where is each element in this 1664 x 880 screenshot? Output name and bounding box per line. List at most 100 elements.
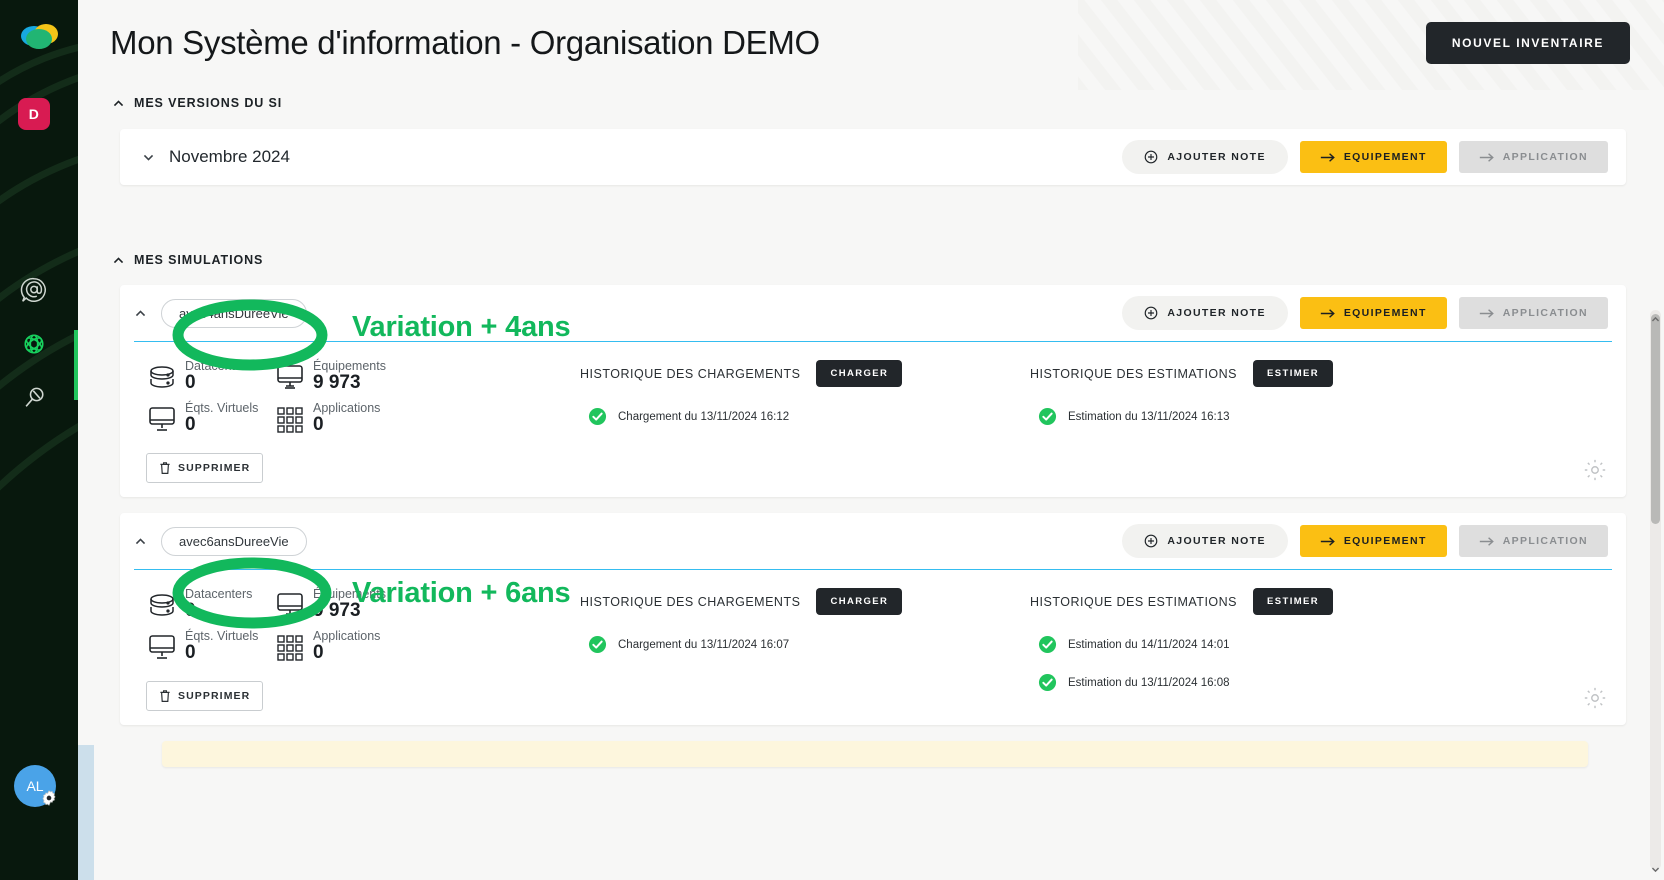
monitor-icon: [277, 593, 303, 617]
log-text: Estimation du 13/11/2024 16:13: [1068, 410, 1230, 423]
simulation-card-header: avec4ansDureeVie AJOUTER NOTE EQUIPEMENT…: [120, 285, 1626, 341]
section-versions-header[interactable]: MES VERSIONS DU SI: [78, 96, 1664, 110]
plus-circle-icon: [1145, 534, 1158, 548]
mention-icon[interactable]: [17, 273, 51, 307]
list-item: Chargement du 13/11/2024 16:12: [580, 407, 1030, 426]
simulation-name-chip[interactable]: avec6ansDureeVie: [161, 526, 307, 556]
application-label: APPLICATION: [1502, 307, 1588, 319]
stat-virtual-equipments: Éqts. Virtuels 0: [146, 630, 274, 663]
chevron-up-icon: [113, 99, 124, 106]
application-label: APPLICATION: [1502, 535, 1588, 548]
list-item: Estimation du 13/11/2024 16:13: [1030, 407, 1333, 426]
loads-history-title: HISTORIQUE DES CHARGEMENTS: [580, 366, 801, 381]
estimate-button[interactable]: ESTIMER: [1253, 360, 1334, 387]
stat-text: Équipements 9 973: [313, 359, 386, 393]
version-application-button[interactable]: APPLICATION: [1458, 141, 1608, 173]
log-text: Estimation du 13/11/2024 16:08: [1068, 676, 1230, 689]
equipment-button[interactable]: EQUIPEMENT: [1299, 297, 1447, 329]
stat-value: 0: [185, 642, 196, 664]
trash-icon: [160, 462, 170, 475]
plus-circle-icon: [1145, 150, 1158, 164]
new-inventory-button[interactable]: NOUVEL INVENTAIRE: [1425, 22, 1630, 64]
equipment-button[interactable]: EQUIPEMENT: [1299, 525, 1447, 558]
virtual-monitor-icon: [149, 635, 175, 660]
success-check-icon: [588, 407, 607, 426]
arrow-right-icon: [1479, 152, 1494, 162]
loads-log-list: Chargement du 13/11/2024 16:12: [580, 407, 1030, 426]
add-note-label: AJOUTER NOTE: [1167, 307, 1266, 319]
microphone-icon[interactable]: [17, 381, 51, 415]
left-gutter-strip: [78, 745, 94, 880]
simulation-name-chip[interactable]: avec4ansDureeVie: [161, 298, 307, 328]
arrow-right-icon: [1479, 536, 1494, 546]
add-note-button[interactable]: AJOUTER NOTE: [1122, 296, 1288, 330]
success-check-icon: [588, 636, 607, 654]
add-note-label: AJOUTER NOTE: [1167, 535, 1266, 548]
arrow-right-icon: [1479, 308, 1494, 318]
chevron-up-icon[interactable]: [134, 307, 147, 320]
success-check-icon: [1038, 407, 1057, 426]
applications-grid-icon: [277, 635, 303, 661]
equipment-label: EQUIPEMENT: [1343, 307, 1427, 319]
delete-button[interactable]: SUPPRIMER: [146, 681, 264, 712]
sidebar-decoration: [0, 43, 78, 491]
section-simulations-header[interactable]: MES SIMULATIONS: [78, 253, 1664, 267]
app-logo[interactable]: [15, 20, 63, 56]
simulation-list: avec4ansDureeVie AJOUTER NOTE EQUIPEMENT…: [120, 285, 1626, 768]
stat-text: Applications 0: [313, 630, 380, 663]
log-text: Chargement du 13/11/2024 16:07: [618, 638, 790, 651]
sidebar: D AL: [0, 0, 78, 880]
estimate-button[interactable]: ESTIMER: [1253, 588, 1334, 616]
load-button[interactable]: CHARGER: [816, 360, 903, 387]
stat-datacenters: Datacenters 0: [146, 359, 274, 393]
loads-log-list: Chargement du 13/11/2024 16:07: [580, 635, 1030, 654]
stat-applications: Applications 0: [274, 630, 414, 663]
org-badge[interactable]: D: [18, 98, 50, 130]
application-button[interactable]: APPLICATION: [1458, 297, 1608, 329]
scroll-up-arrow-icon[interactable]: [1651, 315, 1660, 324]
stat-label: Éqts. Virtuels: [185, 629, 259, 644]
vertical-scrollbar[interactable]: [1650, 310, 1661, 870]
section-simulations-label: MES SIMULATIONS: [134, 253, 264, 267]
gear-icon[interactable]: [40, 789, 58, 807]
log-text: Estimation du 14/11/2024 14:01: [1068, 638, 1230, 651]
stat-text: Applications 0: [313, 401, 380, 435]
scroll-down-arrow-icon[interactable]: [1651, 865, 1660, 874]
estimations-log-list: Estimation du 13/11/2024 16:13: [1030, 407, 1333, 426]
loads-history-title: HISTORIQUE DES CHARGEMENTS: [580, 594, 801, 609]
loads-history-header: HISTORIQUE DES CHARGEMENTS CHARGER: [580, 588, 1030, 616]
chevron-up-icon[interactable]: [134, 535, 147, 548]
simulation-card: avec4ansDureeVie AJOUTER NOTE EQUIPEMENT…: [120, 285, 1626, 498]
version-label: Novembre 2024: [169, 147, 290, 166]
main-content: Mon Système d'information - Organisation…: [78, 0, 1664, 880]
delete-label: SUPPRIMER: [178, 462, 251, 475]
stat-label: Éqts. Virtuels: [185, 401, 259, 416]
stat-text: Éqts. Virtuels 0: [185, 630, 258, 663]
estimations-history-column: HISTORIQUE DES ESTIMATIONS ESTIMER Estim…: [1030, 360, 1334, 483]
version-equipment-button[interactable]: EQUIPEMENT: [1299, 141, 1447, 173]
equipment-label: EQUIPEMENT: [1343, 535, 1427, 548]
list-item: Estimation du 13/11/2024 16:08: [1030, 673, 1333, 692]
load-button[interactable]: CHARGER: [816, 588, 903, 616]
card-settings-gear-icon[interactable]: [1582, 685, 1608, 711]
version-equipment-label: EQUIPEMENT: [1343, 151, 1427, 163]
stat-applications: Applications 0: [274, 401, 414, 435]
version-add-note-button[interactable]: AJOUTER NOTE: [1122, 140, 1288, 174]
simulation-card-header: avec6ansDureeVie AJOUTER NOTE EQUIPEMENT…: [120, 513, 1626, 569]
page-header: Mon Système d'information - Organisation…: [78, 0, 1664, 86]
delete-button[interactable]: SUPPRIMER: [146, 453, 264, 484]
plus-circle-icon: [1145, 306, 1158, 320]
trash-icon: [160, 690, 170, 703]
app-root: D AL Mon Système d'information - Organis…: [0, 0, 1664, 880]
application-button[interactable]: APPLICATION: [1458, 525, 1608, 558]
stats-grid: Datacenters 0 Équipements 9 973 Éqts. Vi…: [146, 587, 580, 663]
add-note-button[interactable]: AJOUTER NOTE: [1122, 524, 1288, 559]
stat-datacenters: Datacenters 0: [146, 587, 274, 621]
card-settings-gear-icon[interactable]: [1582, 457, 1608, 483]
estimations-history-header: HISTORIQUE DES ESTIMATIONS ESTIMER: [1030, 360, 1334, 387]
globe-icon[interactable]: [17, 327, 51, 361]
chevron-down-icon[interactable]: [142, 151, 155, 164]
scrollbar-thumb[interactable]: [1651, 314, 1660, 524]
estimations-log-list: Estimation du 14/11/2024 14:01 Estimatio…: [1030, 635, 1333, 692]
stat-equipments: Équipements 9 973: [274, 359, 414, 393]
